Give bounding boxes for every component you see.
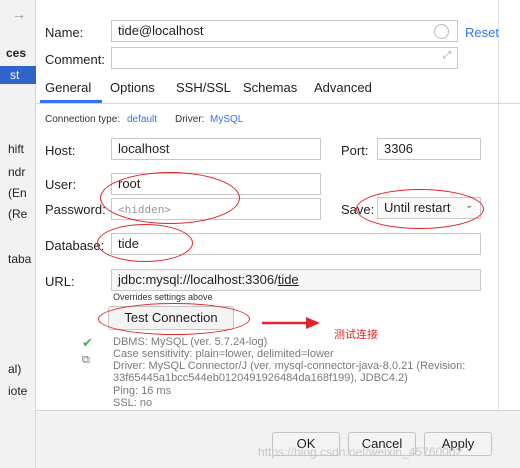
- chevron-down-icon: ⌄: [465, 200, 474, 211]
- password-field[interactable]: <hidden>: [111, 198, 321, 220]
- test-connection-button[interactable]: Test Connection: [108, 306, 234, 330]
- info-line: SSL: no: [113, 397, 153, 409]
- info-line: 33f65445a1bcc544eb0120491926484da168f199…: [113, 372, 408, 384]
- port-label: Port:: [341, 143, 369, 158]
- tab-advanced[interactable]: Advanced: [314, 80, 372, 95]
- host-value: localhost: [118, 141, 170, 156]
- user-field[interactable]: root: [111, 173, 321, 195]
- info-line: Case sensitivity: plain=lower, delimited…: [113, 348, 334, 360]
- user-value: root: [118, 176, 141, 191]
- tab-schemas[interactable]: Schemas: [243, 80, 297, 95]
- save-value: Until restart: [384, 200, 451, 215]
- sidebar-item[interactable]: iote: [0, 384, 36, 398]
- host-field[interactable]: localhost: [111, 138, 321, 160]
- driver-label: Driver:: [175, 114, 205, 125]
- comment-field[interactable]: [111, 47, 458, 69]
- database-field[interactable]: tide: [111, 233, 481, 255]
- name-field[interactable]: tide@localhost: [111, 20, 458, 42]
- name-label: Name:: [45, 25, 84, 40]
- url-prefix: jdbc:mysql://localhost:3306/: [118, 272, 278, 287]
- driver-link[interactable]: MySQL: [210, 114, 243, 125]
- database-value: tide: [118, 236, 139, 251]
- tabs-divider: [36, 103, 520, 104]
- password-label: Password:: [45, 202, 106, 217]
- info-line: Driver: MySQL Connector/J (ver. mysql-co…: [113, 360, 466, 372]
- sidebar-item[interactable]: ces: [0, 46, 36, 60]
- connection-type-link[interactable]: default: [127, 114, 157, 125]
- expand-icon[interactable]: ⤢: [443, 50, 451, 61]
- sidebar-item[interactable]: al): [0, 362, 36, 376]
- sidebar-item[interactable]: ndr: [0, 165, 36, 179]
- database-label: Database:: [45, 238, 105, 253]
- info-line: Ping: 16 ms: [113, 385, 172, 397]
- sidebar: → ces st hift ndr (En (Re taba al) iote: [0, 0, 36, 468]
- tab-ssh-ssl[interactable]: SSH/SSL: [176, 80, 231, 95]
- color-circle-icon[interactable]: [434, 24, 449, 39]
- connection-type-label: Connection type:: [45, 114, 121, 125]
- test-connection-label: Test Connection: [124, 310, 218, 325]
- checkmark-icon: ✔: [82, 335, 93, 350]
- password-placeholder: <hidden>: [118, 203, 171, 216]
- annotation-text: 测试连接: [334, 329, 378, 341]
- panel-border: [498, 0, 499, 410]
- url-database: tide: [277, 272, 299, 287]
- url-field[interactable]: jdbc:mysql://localhost:3306/tide: [111, 269, 481, 291]
- user-label: User:: [45, 177, 77, 192]
- info-line: DBMS: MySQL (ver. 5.7.24-log): [113, 336, 268, 348]
- sidebar-item[interactable]: (En: [0, 186, 36, 200]
- tab-general[interactable]: General: [45, 80, 91, 95]
- watermark: https://blog.csdn.net/weixin_45760002: [258, 445, 463, 459]
- save-label: Save:: [341, 202, 375, 217]
- url-label: URL:: [45, 274, 75, 289]
- arrow-right-icon[interactable]: →: [12, 6, 26, 22]
- host-label: Host:: [45, 143, 76, 158]
- port-field[interactable]: 3306: [377, 138, 481, 160]
- port-value: 3306: [384, 141, 413, 156]
- sidebar-item[interactable]: hift: [0, 142, 36, 156]
- sidebar-item-selected[interactable]: st: [0, 66, 36, 84]
- sidebar-item[interactable]: (Re: [0, 207, 36, 221]
- copy-icon[interactable]: ⧉: [82, 354, 90, 367]
- url-note: Overrides settings above: [113, 292, 213, 302]
- tab-options[interactable]: Options: [110, 80, 155, 95]
- comment-label: Comment:: [45, 52, 105, 67]
- sidebar-item[interactable]: taba: [0, 252, 36, 266]
- reset-link[interactable]: Reset: [465, 25, 499, 40]
- name-value: tide@localhost: [118, 23, 204, 38]
- arrow-right-icon: [262, 317, 320, 329]
